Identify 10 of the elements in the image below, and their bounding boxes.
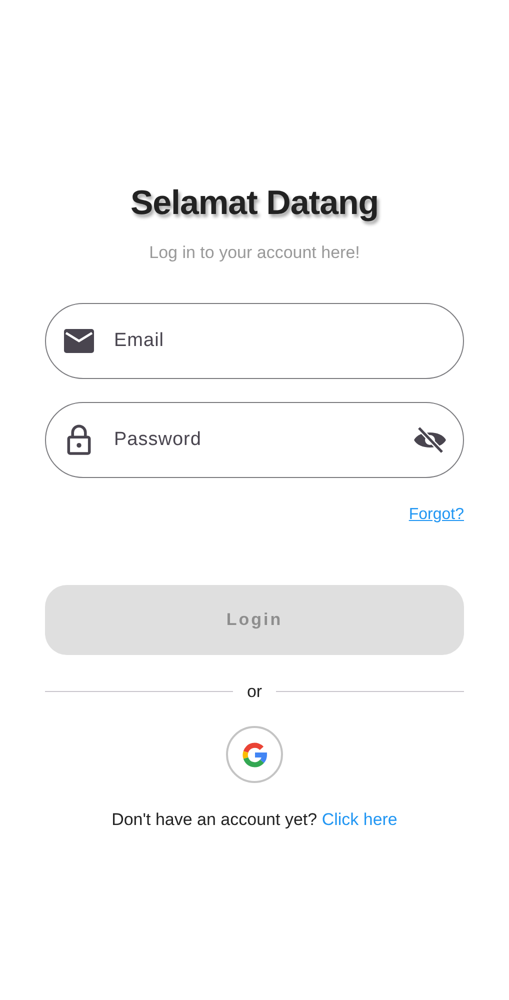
password-field[interactable]: Password [45,402,464,478]
forgot-link[interactable]: Forgot? [408,502,464,526]
title: Selamat Datang [130,183,379,224]
email-field[interactable]: Email [45,302,464,378]
divider-text: or [246,680,262,702]
subtitle: Log in to your account here! [149,242,360,264]
signup-link[interactable]: Click here [322,810,398,829]
mail-icon [64,328,94,352]
signup-prompt: Don't have an account yet? Click here [110,809,398,831]
eye-slash-icon[interactable] [413,426,447,454]
